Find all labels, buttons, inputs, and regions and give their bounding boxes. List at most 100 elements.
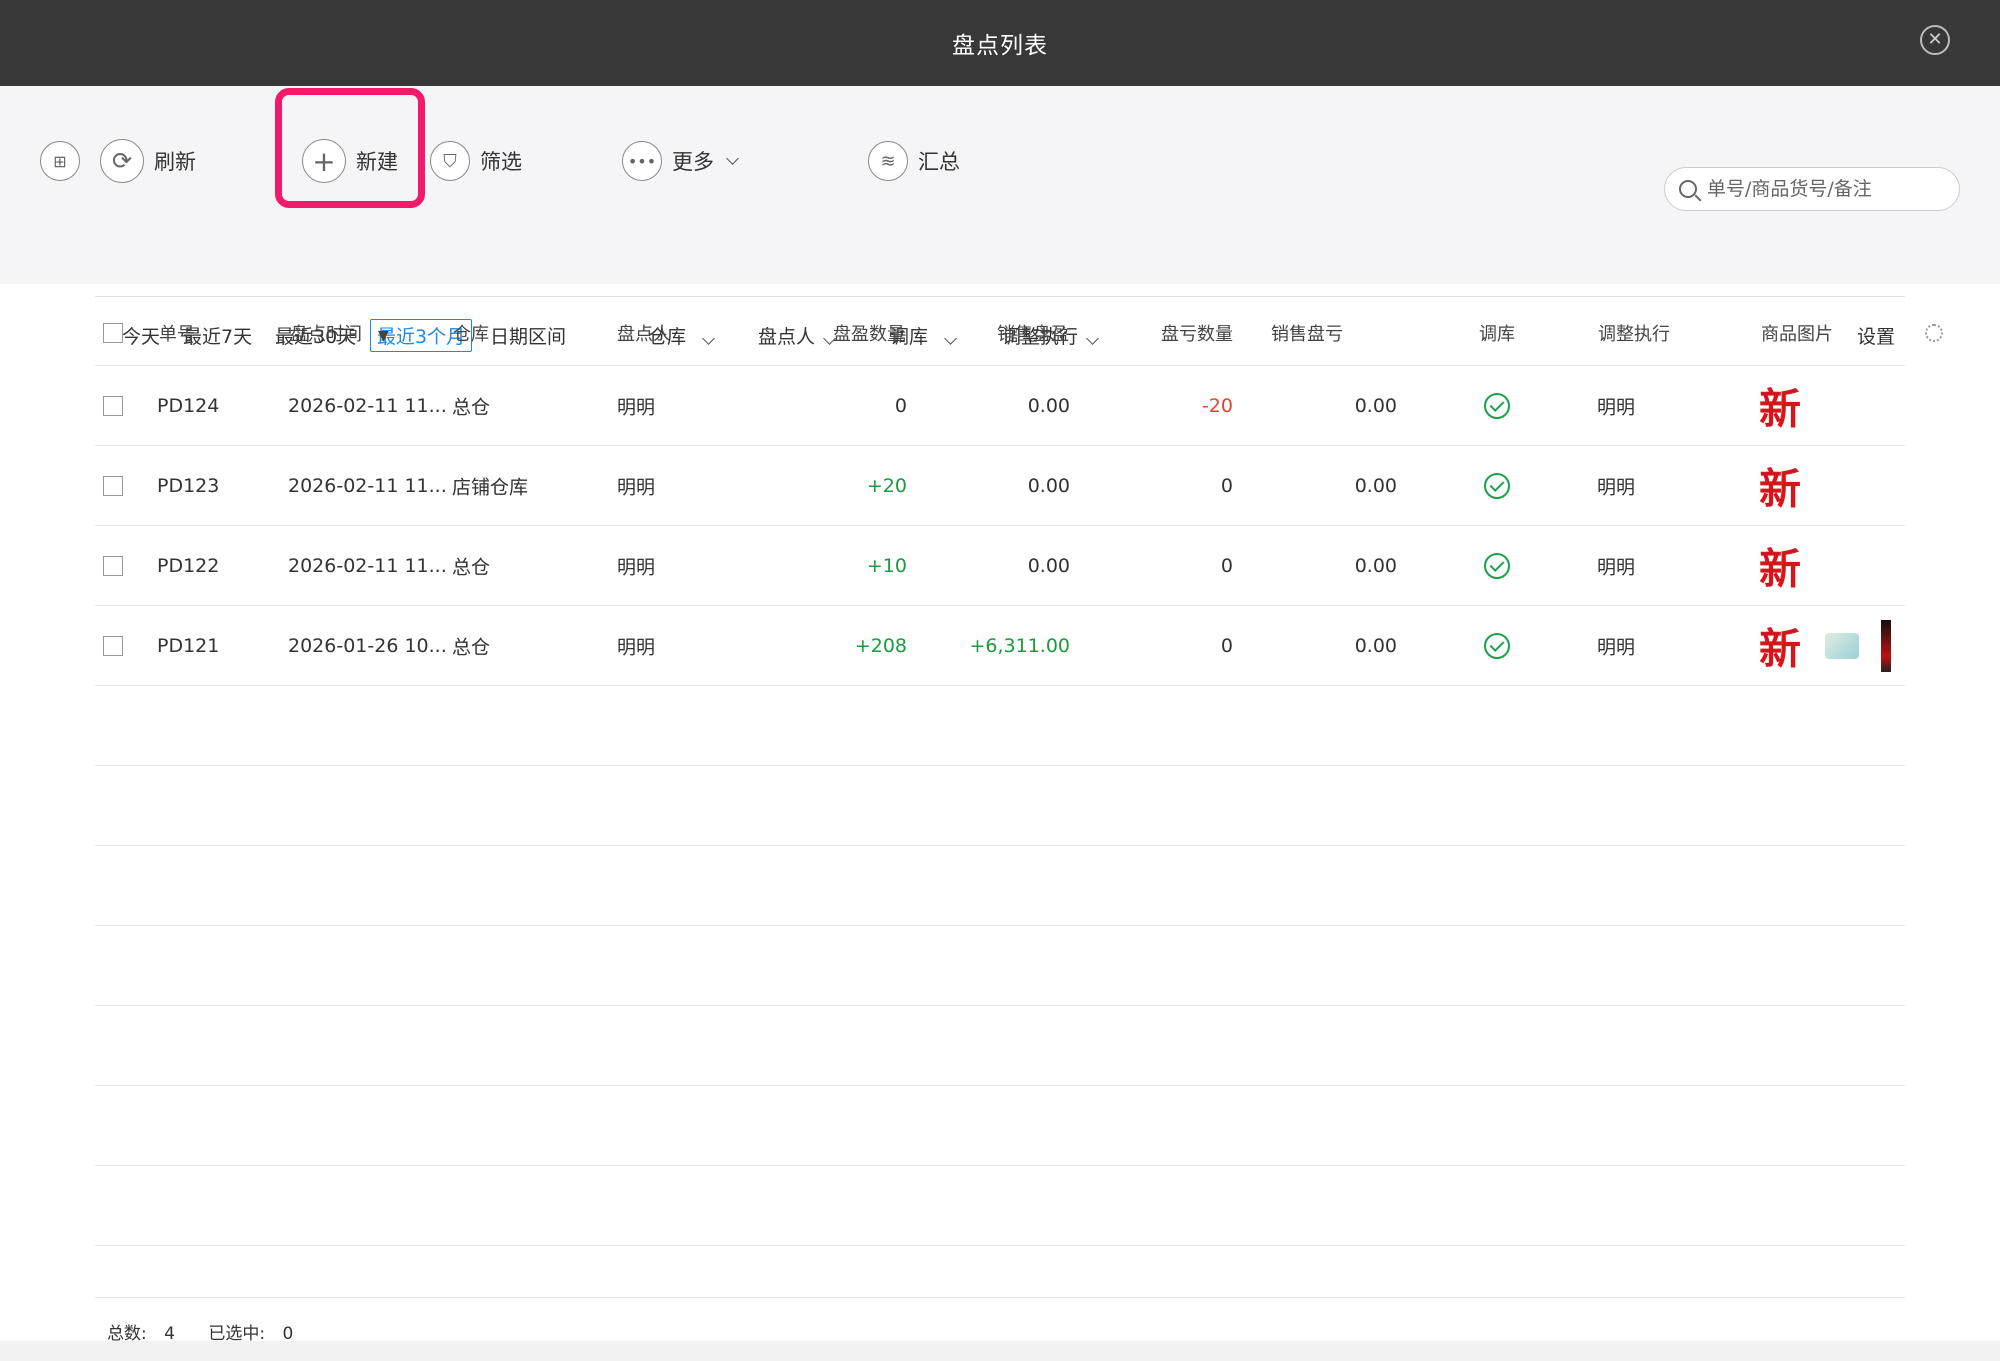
empty-row [95, 1166, 1905, 1246]
cell-executor: 明明 [1597, 396, 1636, 418]
cell-id: PD123 [157, 474, 220, 497]
col-images: 商品图片 [1761, 323, 1833, 345]
chevron-down-icon [726, 152, 739, 165]
table-row[interactable]: PD123 2026-02-11 11... 店铺仓库 明明 +20 0.00 … [95, 446, 1905, 526]
layers-icon: ≋ [868, 141, 908, 181]
summary-button[interactable]: ≋ 汇总 [868, 126, 960, 196]
col-id: 单号 [159, 323, 195, 345]
table-header: 单号 盘点时间 ▼ 仓库 盘点人 盘盈数量 销售盘盈 盘亏数量 销售盘亏 调库 调… [95, 300, 1943, 366]
product-thumbnail[interactable] [1825, 632, 1859, 659]
window-title: 盘点列表 [952, 33, 1048, 59]
col-sales-gain: 销售盘盈 [997, 323, 1069, 345]
summary-label: 汇总 [918, 150, 960, 174]
ellipsis-icon: ••• [622, 141, 662, 181]
product-image[interactable]: 新 [1759, 535, 1801, 596]
cell-loss-qty: 0 [1220, 474, 1233, 497]
refresh-button[interactable]: ⟳ 刷新 [100, 126, 196, 196]
table-row[interactable]: PD124 2026-02-11 11... 总仓 明明 0 0.00 -20 … [95, 366, 1905, 446]
cell-sales-loss: 0.00 [1354, 394, 1397, 417]
cell-counter: 明明 [617, 396, 656, 418]
inventory-table: 单号 盘点时间 ▼ 仓库 盘点人 盘盈数量 销售盘盈 盘亏数量 销售盘亏 调库 调… [95, 300, 1943, 1246]
filter-button[interactable]: ⛉ 筛选 [430, 126, 522, 196]
cell-counter: 明明 [617, 476, 656, 498]
column-settings-gear-icon[interactable] [1925, 323, 1943, 342]
new-button-highlight [275, 88, 425, 208]
cell-warehouse: 总仓 [452, 556, 491, 578]
cell-sales-loss: 0.00 [1354, 554, 1397, 577]
col-executor: 调整执行 [1598, 323, 1670, 345]
cell-executor: 明明 [1597, 476, 1636, 498]
cell-warehouse: 总仓 [452, 396, 491, 418]
cell-sales-gain: 0.00 [1027, 474, 1070, 497]
cell-sales-gain: 0.00 [1027, 554, 1070, 577]
table-row[interactable]: PD122 2026-02-11 11... 总仓 明明 +10 0.00 0 … [95, 526, 1905, 606]
empty-row [95, 766, 1905, 846]
filter-label: 筛选 [480, 150, 522, 174]
row-checkbox[interactable] [103, 555, 123, 576]
search-icon [1679, 180, 1697, 198]
cell-id: PD122 [157, 554, 220, 577]
product-image[interactable]: 新 [1759, 455, 1801, 516]
empty-row [95, 846, 1905, 926]
footer: 总数: 4 已选中: 0 [0, 1297, 2000, 1361]
cell-warehouse: 总仓 [452, 636, 491, 658]
empty-row [95, 686, 1905, 766]
col-gain-qty: 盘盈数量 [833, 323, 905, 345]
col-loss-qty: 盘亏数量 [1161, 323, 1233, 345]
refresh-label: 刷新 [154, 150, 196, 174]
grid-menu-button[interactable]: ⊞ [40, 126, 80, 196]
cell-id: PD124 [157, 394, 220, 417]
cell-gain-qty: 0 [894, 394, 907, 417]
row-checkbox[interactable] [103, 475, 123, 496]
cell-loss-qty: 0 [1220, 554, 1233, 577]
product-image[interactable]: 新 [1759, 375, 1801, 436]
funnel-icon: ⛉ [430, 141, 470, 181]
select-all-checkbox[interactable] [103, 322, 123, 343]
cell-id: PD121 [157, 634, 220, 657]
cell-loss-qty: -20 [1201, 394, 1233, 417]
col-time[interactable]: 盘点时间 ▼ [290, 320, 389, 346]
col-counter: 盘点人 [617, 323, 671, 345]
cell-counter: 明明 [617, 636, 656, 658]
row-checkbox[interactable] [103, 395, 123, 416]
more-button[interactable]: ••• 更多 [622, 126, 739, 196]
check-circle-icon [1484, 392, 1510, 419]
search-box[interactable] [1664, 167, 1960, 211]
cell-loss-qty: 0 [1220, 634, 1233, 657]
cell-time: 2026-01-26 10... [288, 634, 447, 657]
row-checkbox[interactable] [103, 635, 123, 656]
table-row[interactable]: PD121 2026-01-26 10... 总仓 明明 +208 +6,311… [95, 606, 1905, 686]
check-circle-icon [1484, 632, 1510, 659]
divider [95, 296, 1905, 297]
product-thumbnail[interactable] [1881, 619, 1891, 672]
more-label: 更多 [672, 150, 714, 174]
title-bar: 盘点列表 ✕ [0, 0, 2000, 86]
cell-sales-gain: +6,311.00 [969, 634, 1070, 657]
col-warehouse: 仓库 [453, 323, 489, 345]
cell-time: 2026-02-11 11... [288, 474, 447, 497]
footer-strip [0, 1341, 2000, 1361]
cell-time: 2026-02-11 11... [288, 554, 447, 577]
cell-gain-qty: +20 [866, 474, 907, 497]
close-icon[interactable]: ✕ [1920, 25, 1950, 55]
col-adjust: 调库 [1479, 323, 1515, 345]
col-time-label: 盘点时间 [290, 323, 362, 345]
check-circle-icon [1484, 552, 1510, 579]
product-image[interactable]: 新 [1759, 615, 1801, 676]
cell-time: 2026-02-11 11... [288, 394, 447, 417]
divider [95, 1297, 1905, 1298]
cell-warehouse: 店铺仓库 [452, 476, 529, 498]
empty-row [95, 1006, 1905, 1086]
refresh-icon: ⟳ [100, 139, 144, 183]
col-sales-loss: 销售盘亏 [1271, 323, 1343, 345]
cell-executor: 明明 [1597, 556, 1636, 578]
grid-icon: ⊞ [40, 141, 80, 181]
cell-counter: 明明 [617, 556, 656, 578]
cell-executor: 明明 [1597, 636, 1636, 658]
cell-sales-loss: 0.00 [1354, 474, 1397, 497]
check-circle-icon [1484, 472, 1510, 499]
cell-gain-qty: +208 [854, 634, 907, 657]
empty-row [95, 1086, 1905, 1166]
cell-sales-gain: 0.00 [1027, 394, 1070, 417]
search-input[interactable] [1707, 178, 1937, 200]
